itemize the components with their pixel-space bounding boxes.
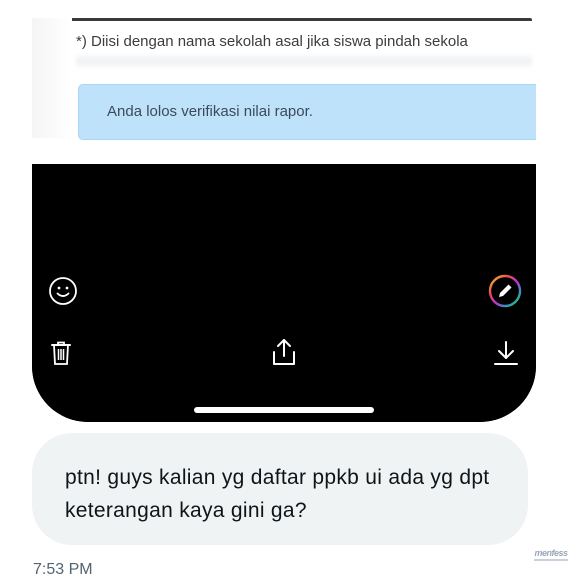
trash-icon[interactable]: [48, 339, 74, 367]
emoji-icon[interactable]: [48, 276, 78, 306]
message-timestamp: 7:53 PM: [33, 561, 93, 578]
alert-text: Anda lolos verifikasi nilai rapor.: [107, 103, 313, 120]
share-icon[interactable]: [270, 337, 298, 367]
attached-screenshot[interactable]: *) Diisi dengan nama sekolah asal jika s…: [32, 0, 536, 422]
message-text: ptn! guys kalian yg daftar ppkb ui ada y…: [65, 466, 490, 522]
watermark-logo: menfess: [532, 548, 570, 564]
message-bubble[interactable]: ptn! guys kalian yg daftar ppkb ui ada y…: [32, 433, 528, 545]
form-border: [72, 18, 532, 21]
blurred-line: [76, 56, 532, 66]
download-icon[interactable]: [492, 339, 520, 367]
form-preview: *) Diisi dengan nama sekolah asal jika s…: [32, 0, 536, 164]
verification-alert: Anda lolos verifikasi nilai rapor.: [78, 84, 536, 140]
form-note: *) Diisi dengan nama sekolah asal jika s…: [76, 33, 468, 50]
shadow-decoration: [32, 18, 72, 138]
home-indicator[interactable]: [194, 407, 374, 413]
pen-icon[interactable]: [488, 274, 522, 308]
watermark-text: menfess: [534, 548, 568, 558]
watermark-underline: [534, 559, 568, 561]
image-editor-toolbar: [32, 164, 536, 422]
